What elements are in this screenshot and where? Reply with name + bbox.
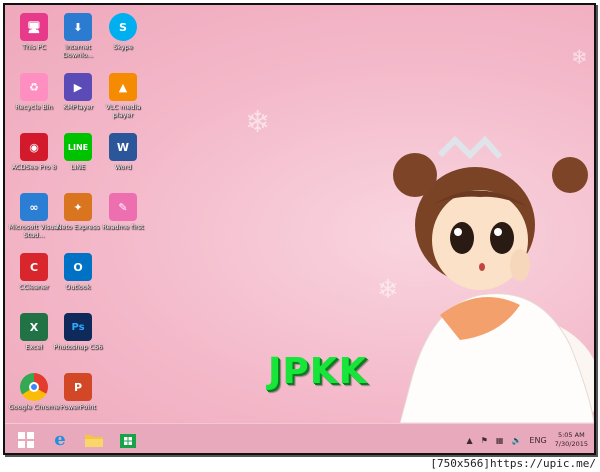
visual-studio-icon: ∞	[20, 193, 48, 221]
taskbar: e ▲ ⚑ ▦ 🔊 ENG 5:05 AM 7/30/2015	[5, 423, 594, 454]
input-language[interactable]: ENG	[529, 436, 546, 445]
internet-explorer-icon: e	[54, 429, 66, 450]
skype-icon: S	[109, 13, 137, 41]
outlook-icon: O	[64, 253, 92, 281]
internet-explorer-taskbar-button[interactable]: e	[45, 425, 75, 454]
file-explorer-taskbar-button[interactable]	[79, 425, 109, 454]
this-pc-icon: 🖥	[20, 13, 48, 41]
volume-icon[interactable]: 🔊	[511, 436, 521, 445]
powerpoint-shortcut[interactable]: P PowerPoint	[50, 373, 106, 412]
jpkk-brand-text: JPKK	[268, 351, 368, 392]
chrome-icon	[20, 373, 48, 401]
icon-label: Word	[114, 163, 132, 171]
windows-logo-icon	[18, 431, 34, 448]
document-icon: ✎	[109, 193, 137, 221]
recycle-bin-icon: ♻	[20, 73, 48, 101]
vlc-shortcut[interactable]: ▲ VLC media player	[95, 73, 151, 119]
action-center-flag-icon[interactable]: ⚑	[481, 436, 488, 445]
photoshop-shortcut[interactable]: Ps Photoshop CS6	[50, 313, 106, 352]
snowflake-decoration: ❄	[245, 105, 271, 140]
show-hidden-icons-chevron-icon[interactable]: ▲	[467, 436, 473, 445]
icon-label: Outlook	[65, 283, 91, 291]
internet-download-manager-icon: ⬇	[64, 13, 92, 41]
taskbar-clock[interactable]: 5:05 AM 7/30/2015	[555, 431, 588, 449]
line-icon: LINE	[64, 133, 92, 161]
readme-shortcut[interactable]: ✎ Readme first	[95, 193, 151, 232]
icon-label: Photoshop CS6	[53, 343, 103, 351]
skype-shortcut[interactable]: S Skype	[95, 13, 151, 52]
desktop[interactable]: ❄ ❄ ❄ JPKK 🖥 This PC ⬇ Internet Downlo..…	[5, 5, 594, 423]
word-icon: W	[109, 133, 137, 161]
camera-icon: ◉	[20, 133, 48, 161]
start-button[interactable]	[11, 425, 41, 454]
icon-label: Skype	[113, 43, 133, 51]
system-tray: ▲ ⚑ ▦ 🔊 ENG 5:05 AM 7/30/2015	[467, 424, 588, 453]
store-taskbar-button[interactable]	[113, 425, 143, 454]
clock-time: 5:05 AM	[557, 431, 585, 439]
snowflake-decoration: ❄	[571, 45, 588, 69]
word-shortcut[interactable]: W Word	[95, 133, 151, 172]
clock-date: 7/30/2015	[554, 440, 588, 448]
icon-label: Readme first	[102, 223, 144, 231]
neto-express-icon: ✦	[64, 193, 92, 221]
store-icon	[120, 433, 136, 448]
kmplayer-icon: ▶	[64, 73, 92, 101]
folder-icon	[85, 434, 103, 447]
image-host-watermark: [750x566]https://upic.me/	[430, 457, 596, 470]
powerpoint-icon: P	[64, 373, 92, 401]
icon-label: PowerPoint	[60, 403, 96, 411]
outlook-shortcut[interactable]: O Outlook	[50, 253, 106, 292]
screenshot-frame: ❄ ❄ ❄ JPKK 🖥 This PC ⬇ Internet Downlo..…	[3, 3, 596, 455]
icon-label: VLC media player	[105, 103, 141, 119]
network-icon[interactable]: ▦	[496, 436, 504, 445]
vlc-cone-icon: ▲	[109, 73, 137, 101]
doll-wallpaper-image	[393, 135, 594, 423]
photoshop-icon: Ps	[64, 313, 92, 341]
excel-icon: X	[20, 313, 48, 341]
ccleaner-icon: C	[20, 253, 48, 281]
